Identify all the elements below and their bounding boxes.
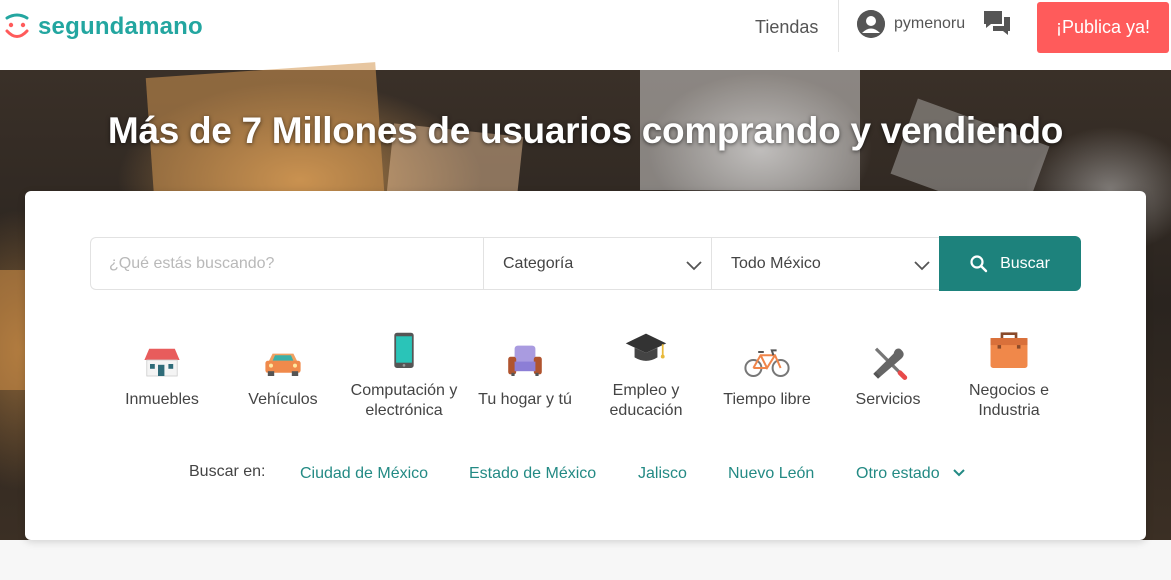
tools-icon — [873, 347, 908, 380]
logo-smile-icon — [5, 13, 29, 38]
nav-divider — [838, 0, 839, 52]
category-label: Negocios e Industria — [968, 382, 1050, 419]
search-in-label: Buscar en: — [189, 463, 266, 480]
graduation-cap-icon — [625, 333, 667, 361]
category-label: Servicios — [855, 391, 921, 408]
region-link-nuevo-leon[interactable]: Nuevo León — [728, 465, 814, 483]
category-vehiculos[interactable]: Vehículos — [223, 331, 343, 410]
location-select-value: Todo México — [731, 254, 821, 272]
chevron-down-icon — [686, 261, 702, 271]
chevron-down-icon — [914, 261, 930, 271]
search-card: Categoría Todo México Buscar — [25, 191, 1146, 540]
chat-icon[interactable] — [982, 9, 1012, 37]
region-link-jalisco[interactable]: Jalisco — [638, 465, 687, 483]
category-inmuebles[interactable]: Inmuebles — [102, 331, 222, 410]
hero-title: Más de 7 Millones de usuarios comprando … — [107, 110, 1064, 151]
top-header: segundamano Tiendas pymenoru ¡Publica ya… — [0, 0, 1171, 70]
brand-name: segundamano — [38, 13, 203, 40]
house-icon — [144, 348, 180, 377]
search-input[interactable] — [90, 237, 483, 290]
category-label: Computación y electrónica — [350, 382, 458, 419]
car-icon — [265, 353, 301, 376]
region-link-edomex[interactable]: Estado de México — [469, 465, 596, 483]
publish-button[interactable]: ¡Publica ya! — [1037, 2, 1169, 53]
category-computacion[interactable]: Computación y electrónica — [344, 331, 464, 421]
armchair-icon — [508, 345, 542, 376]
user-menu[interactable]: pymenoru — [857, 10, 965, 38]
briefcase-icon — [990, 332, 1028, 368]
stores-link[interactable]: Tiendas — [755, 16, 818, 38]
category-label: Empleo y educación — [609, 382, 683, 419]
category-label: Vehículos — [248, 391, 318, 408]
category-select[interactable]: Categoría — [483, 237, 711, 290]
category-label: Tu hogar y tú — [478, 391, 572, 408]
category-hogar[interactable]: Tu hogar y tú — [465, 331, 585, 410]
category-empleo[interactable]: Empleo y educación — [586, 331, 706, 421]
search-button-label: Buscar — [1000, 254, 1050, 272]
search-button[interactable]: Buscar — [939, 236, 1081, 291]
search-icon — [970, 254, 988, 272]
location-select[interactable]: Todo México — [711, 237, 939, 290]
region-link-otro-estado[interactable]: Otro estado — [856, 465, 940, 483]
category-label: Inmuebles — [125, 391, 199, 408]
bicycle-icon — [744, 349, 790, 377]
username: pymenoru — [894, 15, 966, 32]
category-select-value: Categoría — [503, 254, 574, 272]
chevron-down-icon[interactable] — [951, 465, 967, 481]
region-link-cdmx[interactable]: Ciudad de México — [300, 465, 428, 483]
search-bar: Categoría Todo México Buscar — [90, 236, 1081, 292]
category-servicios[interactable]: Servicios — [828, 331, 948, 410]
phone-icon — [394, 332, 414, 368]
category-negocios[interactable]: Negocios e Industria — [949, 331, 1069, 421]
category-list: Inmuebles Vehículos Computación y electr… — [102, 331, 1072, 441]
category-label: Tiempo libre — [723, 391, 811, 408]
category-tiempo-libre[interactable]: Tiempo libre — [707, 331, 827, 410]
user-avatar-icon — [857, 10, 885, 38]
logo[interactable]: segundamano — [3, 12, 203, 42]
